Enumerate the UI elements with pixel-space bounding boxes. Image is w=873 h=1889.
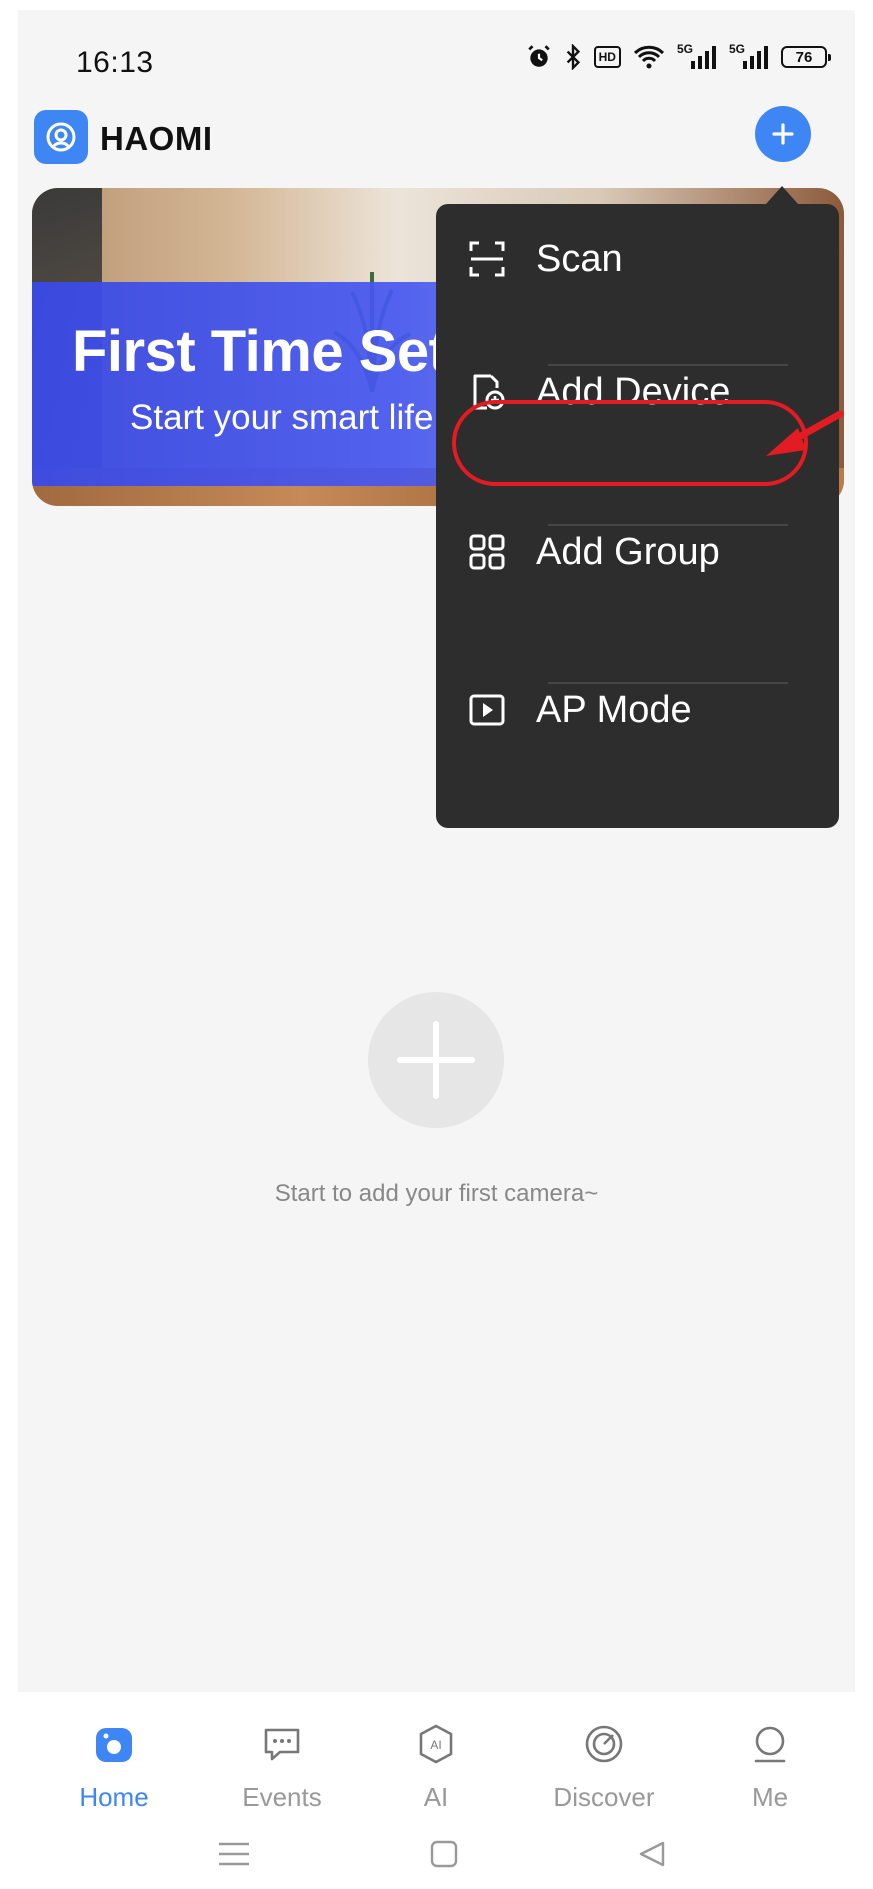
svg-text:AI: AI <box>430 1738 441 1752</box>
menu-item-add-group[interactable]: Add Group <box>436 497 839 607</box>
scan-icon <box>466 238 508 280</box>
menu-item-label: AP Mode <box>536 688 692 731</box>
system-nav-bar <box>18 1812 855 1889</box>
user-icon <box>746 1720 794 1768</box>
nav-item-events[interactable]: Events <box>222 1720 342 1812</box>
menu-item-ap-mode[interactable]: AP Mode <box>436 655 839 765</box>
plus-icon <box>397 1021 475 1099</box>
wifi-icon <box>633 44 665 70</box>
home-square-icon[interactable] <box>424 1834 464 1874</box>
add-menu: Scan Add Device Add Group AP Mode <box>436 204 839 828</box>
home-icon <box>90 1720 138 1768</box>
add-first-camera-button[interactable] <box>368 992 504 1128</box>
nav-label: Events <box>242 1782 322 1812</box>
hd-voice-badge: HD <box>593 46 621 68</box>
menu-icon[interactable] <box>214 1834 254 1874</box>
play-box-icon <box>466 689 508 731</box>
alarm-icon <box>526 44 552 70</box>
menu-caret <box>766 186 798 204</box>
battery-icon: 76 <box>781 46 831 68</box>
nav-item-discover[interactable]: Discover <box>544 1720 664 1812</box>
bottom-nav: Home Events AI AI Discover Me <box>18 1692 855 1812</box>
status-icons: HD 5G 5G 76 <box>526 42 831 70</box>
status-time: 16:13 <box>76 46 154 79</box>
app-name: HAOMI <box>100 120 213 157</box>
cell-signal-icon-2: 5G <box>729 42 769 69</box>
app-logo-icon <box>34 110 88 164</box>
nav-label: AI <box>423 1782 449 1812</box>
plus-icon <box>772 123 794 145</box>
nav-label: Discover <box>553 1782 655 1812</box>
nav-label: Me <box>751 1782 789 1812</box>
menu-item-label: Scan <box>536 237 623 280</box>
ai-icon: AI <box>412 1720 460 1768</box>
app-header: HAOMI <box>18 106 855 176</box>
app-screen: 16:13 HD 5G 5G 76 HAOMI First Time Setup… <box>18 10 855 1889</box>
red-arrow-annotation <box>766 410 844 456</box>
nav-label: Home <box>79 1782 149 1812</box>
cell-signal-icon-1: 5G <box>677 42 717 69</box>
nav-item-home[interactable]: Home <box>54 1720 174 1812</box>
add-button[interactable] <box>755 106 811 162</box>
banner-subtitle: Start your smart life <box>130 398 434 437</box>
empty-state-message: Start to add your first camera~ <box>274 1180 599 1207</box>
discover-icon <box>580 1720 628 1768</box>
nav-item-ai[interactable]: AI AI <box>376 1720 496 1812</box>
bluetooth-icon <box>564 44 582 70</box>
grid-icon <box>466 531 508 573</box>
nav-item-me[interactable]: Me <box>710 1720 830 1812</box>
status-bar: 16:13 HD 5G 5G 76 <box>18 10 855 90</box>
back-triangle-icon[interactable] <box>632 1834 672 1874</box>
message-icon <box>258 1720 306 1768</box>
menu-item-label: Add Group <box>536 530 720 573</box>
highlight-annotation <box>452 400 808 486</box>
menu-item-scan[interactable]: Scan <box>436 204 839 314</box>
